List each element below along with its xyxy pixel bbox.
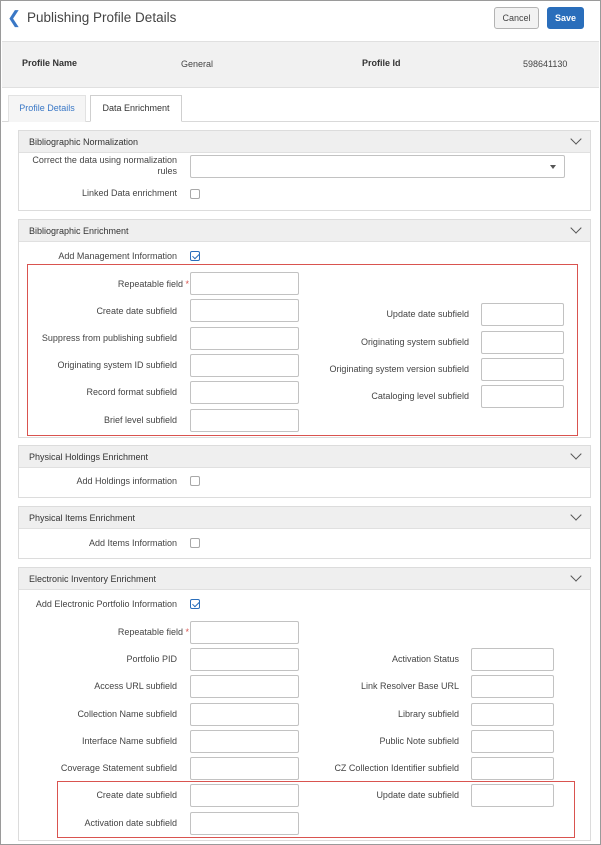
e-repeatable-field-input[interactable]	[190, 621, 299, 644]
section-header[interactable]: Bibliographic Normalization	[19, 131, 590, 153]
chevron-down-icon[interactable]	[570, 570, 582, 582]
section-header[interactable]: Electronic Inventory Enrichment	[19, 568, 590, 590]
section-header[interactable]: Physical Items Enrichment	[19, 507, 590, 529]
collection-name-input[interactable]	[190, 703, 299, 726]
tab-data-enrichment[interactable]: Data Enrichment	[90, 95, 182, 122]
normalization-label-line1: Correct the data using normalization	[32, 155, 177, 165]
activation-date-label: Activation date subfield	[84, 818, 177, 828]
chevron-down-icon[interactable]	[570, 133, 582, 145]
public-note-label: Public Note subfield	[379, 736, 459, 746]
e-update-date-input[interactable]	[471, 784, 554, 807]
update-date-input[interactable]	[481, 303, 564, 326]
orig-system-id-input[interactable]	[190, 354, 299, 377]
section-title: Electronic Inventory Enrichment	[29, 574, 157, 584]
link-resolver-input[interactable]	[471, 675, 554, 698]
brief-level-input[interactable]	[190, 409, 299, 432]
create-date-input[interactable]	[190, 299, 299, 322]
orig-system-id-label: Originating system ID subfield	[57, 360, 177, 370]
portfolio-pid-input[interactable]	[190, 648, 299, 671]
orig-system-label: Originating system subfield	[360, 337, 469, 347]
page-header: ❮ Publishing Profile Details Cancel Save	[1, 1, 600, 37]
section-title: Bibliographic Enrichment	[29, 226, 129, 236]
add-holdings-label: Add Holdings information	[76, 476, 177, 486]
profile-id-label: Profile Id	[362, 58, 401, 68]
e-create-date-input[interactable]	[190, 784, 299, 807]
caret-down-icon	[550, 165, 556, 169]
linked-data-label: Linked Data enrichment	[81, 188, 177, 198]
suppress-label: Suppress from publishing subfield	[41, 333, 177, 343]
portfolio-pid-label: Portfolio PID	[126, 654, 177, 664]
section-title: Physical Holdings Enrichment	[29, 452, 149, 462]
page-title: Publishing Profile Details	[27, 10, 177, 25]
brief-level-label: Brief level subfield	[103, 415, 177, 425]
record-format-input[interactable]	[190, 381, 299, 404]
add-portfolio-label: Add Electronic Portfolio Information	[35, 599, 177, 609]
activation-status-label: Activation Status	[391, 654, 459, 664]
orig-system-version-label: Originating system version subfield	[329, 364, 469, 374]
chevron-down-icon[interactable]	[570, 448, 582, 460]
add-items-checkbox[interactable]	[190, 538, 200, 548]
section-title: Bibliographic Normalization	[29, 137, 139, 147]
profile-info-bar	[2, 41, 599, 88]
chevron-down-icon[interactable]	[570, 509, 582, 521]
cataloging-level-label: Cataloging level subfield	[371, 391, 469, 401]
e-update-date-label: Update date subfield	[376, 790, 459, 800]
interface-name-input[interactable]	[190, 730, 299, 753]
repeatable-field-input[interactable]	[190, 272, 299, 295]
repeatable-field-label: Repeatable field *	[117, 279, 189, 289]
cz-collection-label: CZ Collection Identifier subfield	[334, 763, 459, 773]
add-items-label: Add Items Information	[88, 538, 177, 548]
tab-profile-details[interactable]: Profile Details	[8, 95, 86, 122]
access-url-input[interactable]	[190, 675, 299, 698]
create-date-label: Create date subfield	[96, 306, 177, 316]
chevron-left-icon[interactable]: ❮	[7, 9, 21, 26]
section-header[interactable]: Physical Holdings Enrichment	[19, 446, 590, 468]
save-button[interactable]: Save	[547, 7, 584, 29]
section-physical-items: Physical Items Enrichment	[18, 506, 591, 559]
cataloging-level-input[interactable]	[481, 385, 564, 408]
access-url-label: Access URL subfield	[94, 681, 177, 691]
library-subfield-label: Library subfield	[397, 709, 459, 719]
cz-collection-input[interactable]	[471, 757, 554, 780]
section-physical-holdings: Physical Holdings Enrichment	[18, 445, 591, 498]
coverage-statement-label: Coverage Statement subfield	[60, 763, 177, 773]
coverage-statement-input[interactable]	[190, 757, 299, 780]
normalization-label-line2: rules	[157, 166, 177, 176]
e-repeatable-field-label: Repeatable field *	[117, 627, 189, 637]
add-management-label: Add Management Information	[58, 251, 177, 261]
e-create-date-label: Create date subfield	[96, 790, 177, 800]
activation-status-input[interactable]	[471, 648, 554, 671]
section-header[interactable]: Bibliographic Enrichment	[19, 220, 590, 242]
link-resolver-label: Link Resolver Base URL	[360, 681, 459, 691]
cancel-button[interactable]: Cancel	[494, 7, 539, 29]
orig-system-input[interactable]	[481, 331, 564, 354]
collection-name-label: Collection Name subfield	[77, 709, 177, 719]
profile-id-value: 598641130	[523, 59, 568, 69]
orig-system-version-input[interactable]	[481, 358, 564, 381]
interface-name-label: Interface Name subfield	[81, 736, 177, 746]
chevron-down-icon[interactable]	[570, 222, 582, 234]
add-management-checkbox[interactable]	[190, 251, 200, 261]
activation-date-input[interactable]	[190, 812, 299, 835]
profile-name-label: Profile Name	[22, 58, 78, 68]
profile-name-value: General	[181, 59, 214, 69]
record-format-label: Record format subfield	[86, 387, 177, 397]
public-note-input[interactable]	[471, 730, 554, 753]
library-subfield-input[interactable]	[471, 703, 554, 726]
add-holdings-checkbox[interactable]	[190, 476, 200, 486]
suppress-input[interactable]	[190, 327, 299, 350]
update-date-label: Update date subfield	[386, 309, 469, 319]
normalization-rules-select[interactable]	[190, 155, 565, 178]
section-title: Physical Items Enrichment	[29, 513, 136, 523]
linked-data-checkbox[interactable]	[190, 189, 200, 199]
add-portfolio-checkbox[interactable]	[190, 599, 200, 609]
